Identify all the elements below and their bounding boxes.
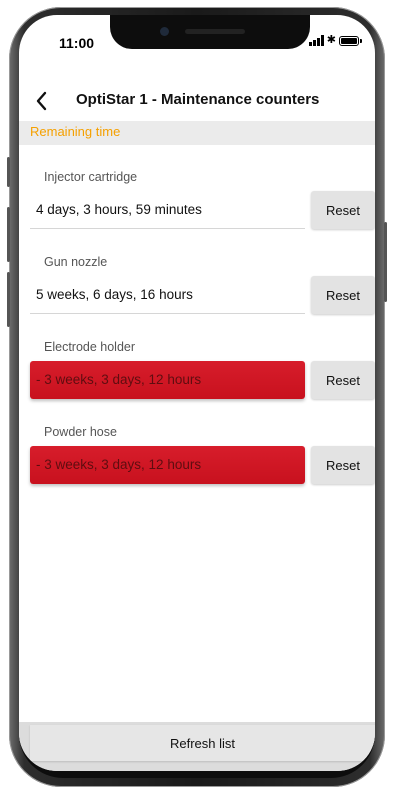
counter-label-powder-hose: Powder hose xyxy=(44,425,117,439)
status-icons: ✱ xyxy=(308,34,362,46)
section-header: Remaining time xyxy=(19,121,375,145)
counter-value-injector-cartridge: 4 days, 3 hours, 59 minutes xyxy=(30,191,305,229)
volume-down-button xyxy=(7,272,10,327)
mute-switch xyxy=(7,157,10,187)
front-camera xyxy=(160,27,169,36)
counter-value-electrode-holder: - 3 weeks, 3 days, 12 hours xyxy=(30,361,305,399)
counter-value-text: - 3 weeks, 3 days, 12 hours xyxy=(36,457,202,472)
status-time: 11:00 xyxy=(59,35,95,51)
reset-button-powder-hose[interactable]: Reset xyxy=(311,446,375,484)
refresh-list-button[interactable]: Refresh list xyxy=(30,725,375,761)
counter-value-text: - 3 weeks, 3 days, 12 hours xyxy=(36,372,202,387)
counter-value-text: 5 weeks, 6 days, 16 hours xyxy=(36,287,193,302)
signal-bars-icon xyxy=(308,35,324,46)
phone-notch xyxy=(110,15,310,49)
reset-button-injector-cartridge[interactable]: Reset xyxy=(311,191,375,229)
app-screen: 11:00 ✱ OptiStar 1 - Maintenance counter… xyxy=(19,15,375,771)
counter-label-electrode-holder: Electrode holder xyxy=(44,340,136,354)
counter-value-text: 4 days, 3 hours, 59 minutes xyxy=(36,202,202,217)
counter-value-powder-hose: - 3 weeks, 3 days, 12 hours xyxy=(30,446,305,484)
volume-up-button xyxy=(7,207,10,262)
section-title: Remaining time xyxy=(30,124,121,139)
battery-icon xyxy=(339,35,362,46)
power-button xyxy=(384,222,387,302)
reset-button-electrode-holder[interactable]: Reset xyxy=(311,361,375,399)
page-title: OptiStar 1 - Maintenance counters xyxy=(76,91,320,108)
reset-button-gun-nozzle[interactable]: Reset xyxy=(311,276,375,314)
bluetooth-icon: ✱ xyxy=(326,34,336,46)
earpiece-speaker xyxy=(185,29,245,34)
counter-label-injector-cartridge: Injector cartridge xyxy=(44,170,138,184)
chevron-left-icon[interactable] xyxy=(33,89,51,113)
counter-value-gun-nozzle: 5 weeks, 6 days, 16 hours xyxy=(30,276,305,314)
app-header: OptiStar 1 - Maintenance counters xyxy=(19,87,375,117)
counter-label-gun-nozzle: Gun nozzle xyxy=(44,255,108,269)
